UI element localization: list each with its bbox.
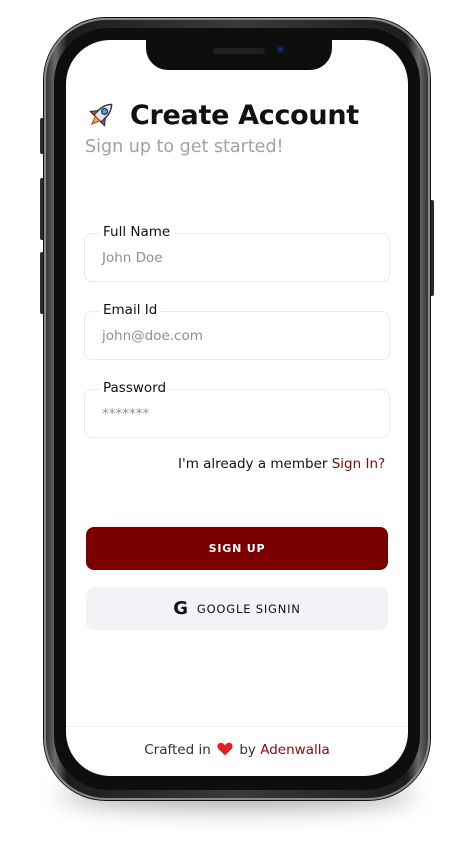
speaker-grille: [213, 48, 265, 54]
email-label: Email Id: [99, 302, 162, 318]
google-icon: G: [173, 597, 189, 619]
page-title: Create Account: [130, 99, 359, 131]
full-name-input[interactable]: John Doe: [102, 250, 163, 266]
member-prompt: I'm already a member Sign In?: [178, 456, 385, 472]
footer: Crafted in by Adenwalla: [66, 742, 408, 758]
author-link[interactable]: Adenwalla: [260, 742, 330, 758]
full-name-field[interactable]: Full Name John Doe: [84, 224, 390, 282]
page-subtitle: Sign up to get started!: [85, 137, 284, 157]
email-input[interactable]: john@doe.com: [102, 328, 203, 344]
password-label: Password: [99, 380, 171, 396]
google-signin-label: GOOGLE SIGNIN: [196, 601, 301, 616]
phone-notch: [146, 40, 332, 70]
password-field[interactable]: Password *******: [84, 380, 390, 438]
front-camera: [276, 45, 285, 54]
heart-icon: [217, 742, 233, 756]
rocket-icon: [89, 103, 113, 127]
email-field[interactable]: Email Id john@doe.com: [84, 302, 390, 360]
sign-up-button[interactable]: SIGN UP: [86, 527, 388, 570]
footer-prefix: Crafted in: [144, 742, 211, 758]
footer-by: by: [239, 742, 256, 758]
sign-up-label: SIGN UP: [208, 542, 266, 555]
member-text: I'm already a member: [178, 456, 328, 472]
google-signin-button[interactable]: G GOOGLE SIGNIN: [86, 587, 388, 630]
footer-divider: [66, 726, 408, 727]
sign-in-link[interactable]: Sign In?: [332, 456, 385, 472]
header: Create Account: [84, 98, 359, 132]
full-name-label: Full Name: [99, 224, 175, 240]
password-input[interactable]: *******: [102, 406, 149, 422]
